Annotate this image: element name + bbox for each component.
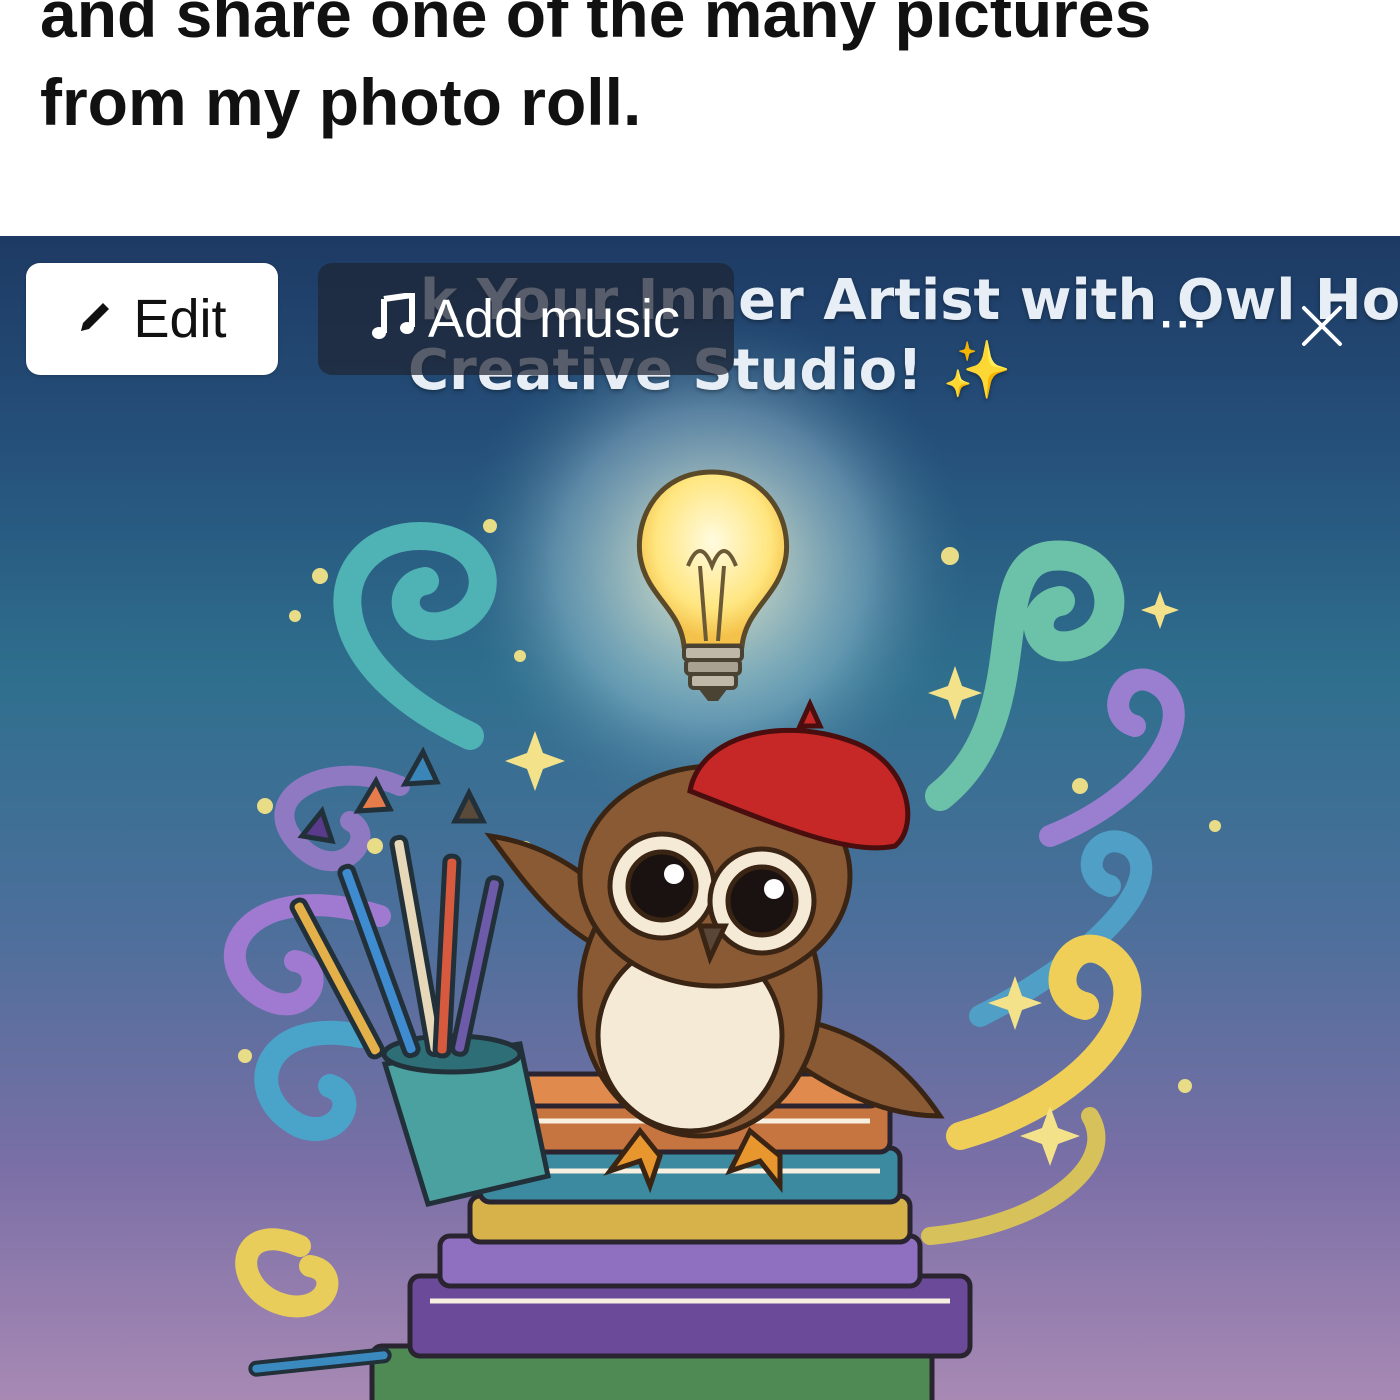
music-note-icon xyxy=(371,291,416,346)
more-icon: ··· xyxy=(1160,300,1210,349)
edit-button-label: Edit xyxy=(133,289,227,349)
more-options-button[interactable]: ··· xyxy=(1150,300,1220,350)
post-text-line-2: from my photo roll. xyxy=(40,65,642,139)
post-text-line-1: and share one of the many pictures xyxy=(40,0,1152,51)
post-text: and share one of the many pictures from … xyxy=(40,0,1370,146)
post-photo[interactable]: k Your Inner Artist with Owl Hour Creati… xyxy=(0,236,1400,1400)
close-button[interactable] xyxy=(1290,296,1354,360)
pencil-icon xyxy=(77,299,113,340)
edit-button[interactable]: Edit xyxy=(26,263,278,375)
add-music-label: Add music xyxy=(427,289,681,349)
add-music-button[interactable]: Add music xyxy=(318,263,734,375)
owl-illustration xyxy=(223,306,1221,1400)
close-icon xyxy=(1298,302,1346,355)
